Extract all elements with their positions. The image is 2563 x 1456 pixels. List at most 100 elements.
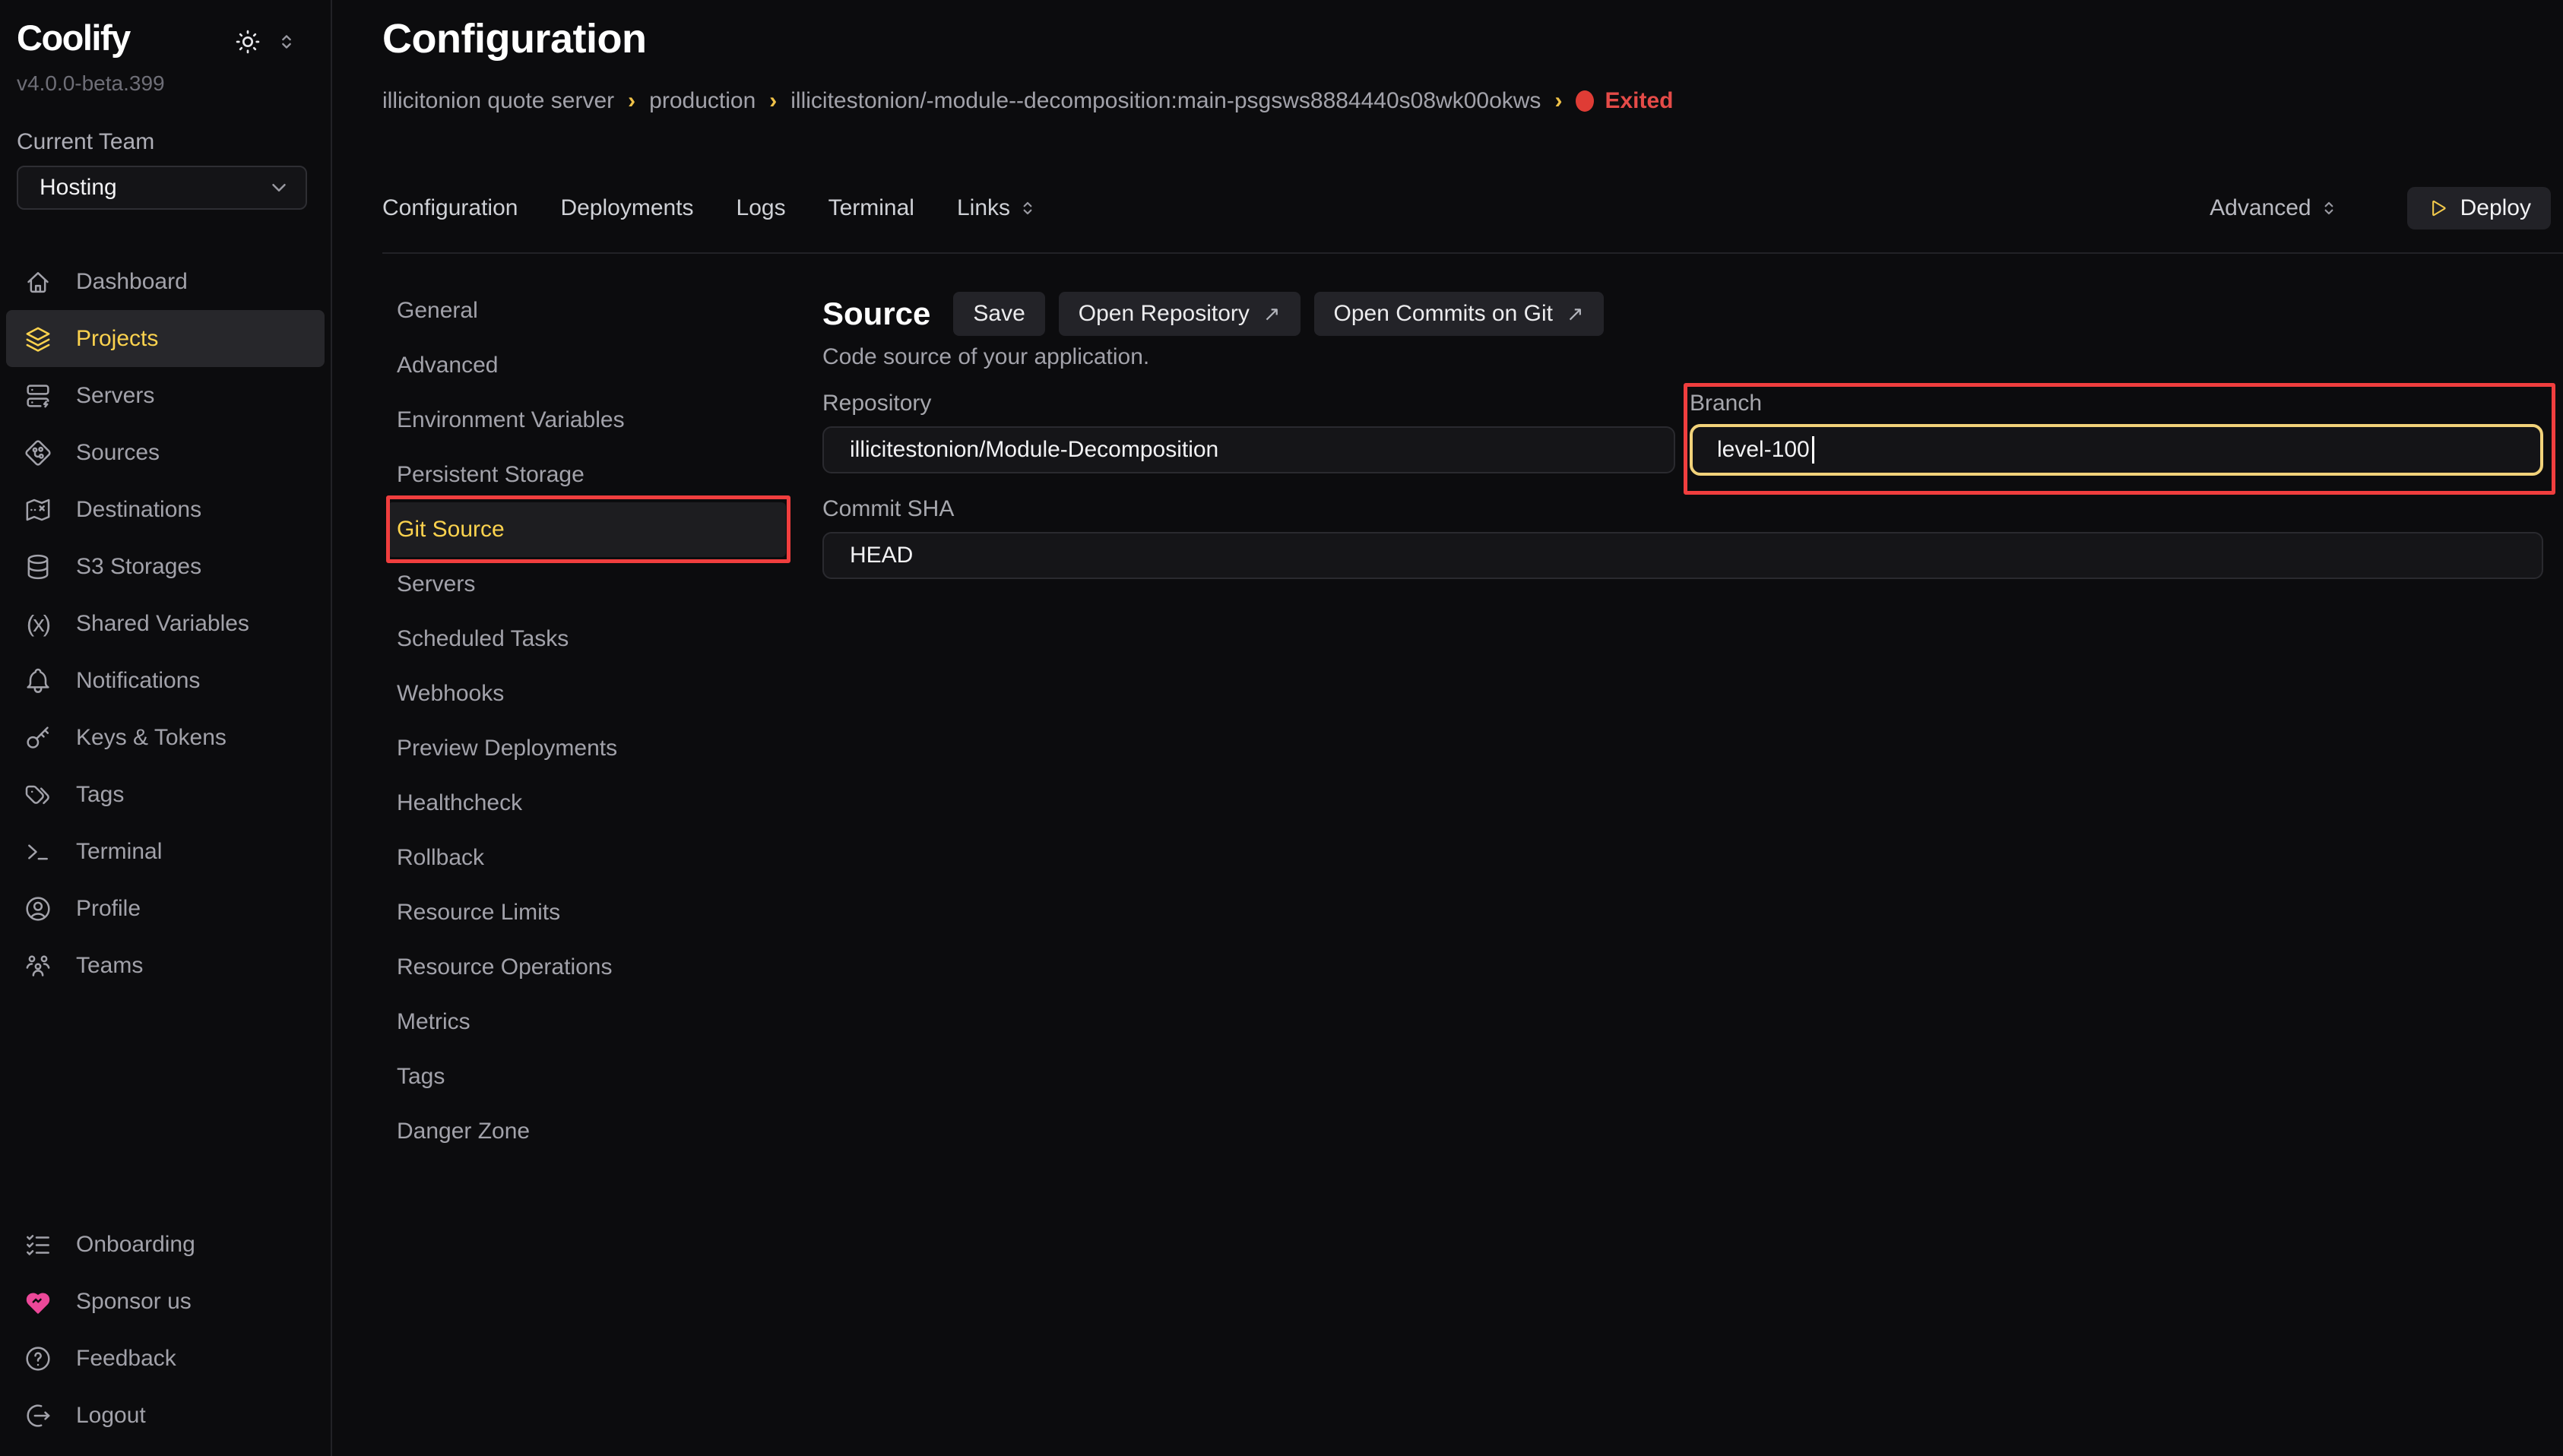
sidebar-item-tags[interactable]: Tags [6, 766, 325, 823]
subnav-persistent-storage[interactable]: Persistent Storage [388, 448, 786, 502]
open-commits-button[interactable]: Open Commits on Git ↗ [1314, 292, 1604, 336]
repository-input[interactable] [822, 426, 1675, 473]
heart-icon [23, 1287, 53, 1317]
subnav-metrics[interactable]: Metrics [388, 995, 786, 1049]
branch-field-group: Branch level-100 [1690, 390, 2543, 476]
subnav-resource-limits[interactable]: Resource Limits [388, 885, 786, 940]
user-circle-icon [23, 894, 53, 924]
sidebar-item-label: Profile [76, 896, 141, 922]
save-button[interactable]: Save [953, 292, 1044, 336]
tab-logs[interactable]: Logs [737, 195, 786, 221]
sidebar-item-notifications[interactable]: Notifications [6, 652, 325, 709]
subnav-resource-operations[interactable]: Resource Operations [388, 940, 786, 995]
variables-icon: (x) [23, 609, 53, 639]
subnav-danger-zone[interactable]: Danger Zone [388, 1104, 786, 1159]
external-link-icon: ↗ [1263, 302, 1281, 326]
sidebar: Coolify v4.0.0-beta.399 Current Team Hos… [0, 0, 332, 1456]
breadcrumb-environment[interactable]: production [649, 88, 756, 114]
sidebar-nav: Dashboard Projects Servers [6, 253, 325, 994]
subnav-healthcheck[interactable]: Healthcheck [388, 776, 786, 831]
advanced-selector[interactable]: Advanced [2210, 195, 2338, 221]
commit-sha-input[interactable] [822, 532, 2543, 579]
database-icon [23, 552, 53, 582]
sidebar-item-sources[interactable]: Sources [6, 424, 325, 481]
sidebar-item-profile[interactable]: Profile [6, 880, 325, 937]
subnav-environment-variables[interactable]: Environment Variables [388, 393, 786, 448]
subnav-servers[interactable]: Servers [388, 557, 786, 612]
sidebar-item-logout[interactable]: Logout [6, 1387, 325, 1444]
tab-links[interactable]: Links [957, 195, 1038, 221]
sidebar-item-servers[interactable]: Servers [6, 367, 325, 424]
sidebar-item-s3-storages[interactable]: S3 Storages [6, 538, 325, 595]
repository-label: Repository [822, 390, 1675, 416]
app-logo: Coolify [17, 17, 130, 59]
sidebar-item-label: Tags [76, 782, 124, 808]
subnav-git-source[interactable]: Git Source [388, 502, 786, 557]
header-divider [382, 252, 2563, 254]
commit-sha-field-group: Commit SHA [822, 495, 2543, 579]
version-selector-chevrons-icon[interactable] [276, 31, 297, 52]
sidebar-item-label: Feedback [76, 1346, 176, 1372]
repository-field-group: Repository [822, 390, 1675, 476]
deploy-button[interactable]: Deploy [2407, 187, 2551, 229]
config-subnav: General Advanced Environment Variables P… [388, 283, 786, 1159]
tab-terminal[interactable]: Terminal [828, 195, 914, 221]
deploy-label: Deploy [2460, 195, 2531, 221]
open-commits-label: Open Commits on Git [1334, 301, 1553, 327]
sidebar-item-label: Servers [76, 383, 154, 409]
breadcrumb-application[interactable]: illicitestonion/-module--decomposition:m… [790, 88, 1541, 114]
logout-icon [23, 1401, 53, 1431]
sidebar-item-destinations[interactable]: Destinations [6, 481, 325, 538]
home-icon [23, 267, 53, 297]
subnav-tags[interactable]: Tags [388, 1049, 786, 1104]
subnav-scheduled-tasks[interactable]: Scheduled Tasks [388, 612, 786, 666]
sidebar-item-label: Logout [76, 1403, 146, 1429]
branch-input[interactable]: level-100 [1690, 424, 2543, 476]
layers-icon [23, 324, 53, 354]
sidebar-item-feedback[interactable]: Feedback [6, 1330, 325, 1387]
tab-configuration[interactable]: Configuration [382, 195, 518, 221]
sidebar-item-label: Dashboard [76, 269, 188, 295]
git-icon [23, 438, 53, 468]
commit-sha-label: Commit SHA [822, 495, 2543, 522]
key-icon [23, 723, 53, 753]
sidebar-bottom-nav: Onboarding Sponsor us Feedback [6, 1216, 325, 1444]
sidebar-item-sponsor-us[interactable]: Sponsor us [6, 1273, 325, 1330]
subnav-preview-deployments[interactable]: Preview Deployments [388, 721, 786, 776]
sidebar-item-label: Destinations [76, 497, 201, 523]
subnav-general[interactable]: General [388, 283, 786, 338]
breadcrumb-project[interactable]: illicitonion quote server [382, 88, 614, 114]
sidebar-item-keys-tokens[interactable]: Keys & Tokens [6, 709, 325, 766]
tab-links-label: Links [957, 195, 1010, 221]
sidebar-item-dashboard[interactable]: Dashboard [6, 253, 325, 310]
sidebar-item-onboarding[interactable]: Onboarding [6, 1216, 325, 1273]
sidebar-item-label: Terminal [76, 839, 162, 865]
chevron-right-icon: › [628, 88, 635, 114]
theme-sun-icon[interactable] [233, 27, 262, 56]
subnav-advanced[interactable]: Advanced [388, 338, 786, 393]
open-repository-button[interactable]: Open Repository ↗ [1059, 292, 1301, 336]
subnav-rollback[interactable]: Rollback [388, 831, 786, 885]
chevron-right-icon: › [769, 88, 777, 114]
subnav-webhooks[interactable]: Webhooks [388, 666, 786, 721]
sidebar-item-terminal[interactable]: Terminal [6, 823, 325, 880]
team-select[interactable]: Hosting [17, 166, 307, 210]
terminal-icon [23, 837, 53, 867]
sidebar-item-label: Sources [76, 440, 160, 466]
source-fields: Repository Branch level-100 Commit SHA [822, 390, 2543, 579]
sidebar-item-label: Sponsor us [76, 1289, 192, 1315]
sidebar-item-shared-variables[interactable]: (x) Shared Variables [6, 595, 325, 652]
main-content: Configuration illicitonion quote server … [334, 0, 2563, 1456]
chevrons-up-down-icon [2319, 198, 2339, 218]
tab-deployments[interactable]: Deployments [560, 195, 693, 221]
tags-icon [23, 780, 53, 810]
server-icon [23, 381, 53, 411]
external-link-icon: ↗ [1567, 302, 1584, 326]
sidebar-item-projects[interactable]: Projects [6, 310, 325, 367]
bell-icon [23, 666, 53, 696]
sidebar-item-teams[interactable]: Teams [6, 937, 325, 994]
checklist-icon [23, 1230, 53, 1260]
logo-row: Coolify [17, 17, 297, 59]
status-badge: Exited [1576, 88, 1673, 114]
sidebar-item-label: Projects [76, 326, 158, 352]
